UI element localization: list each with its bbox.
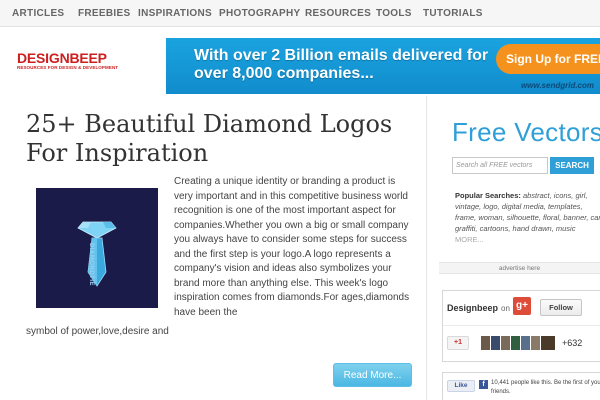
avatar[interactable] <box>540 335 556 351</box>
article-thumbnail[interactable]: DIAMONDTIE <box>36 188 158 308</box>
google-plus-icon[interactable]: g+ <box>513 297 531 315</box>
article-excerpt: Creating a unique identity or branding a… <box>174 176 410 318</box>
logo-name: DESIGNBEEP <box>17 50 107 66</box>
article-excerpt-continued: symbol of power,love,desire and <box>26 326 169 337</box>
advertise-here-link[interactable]: advertise here <box>439 262 600 274</box>
article-title[interactable]: 25+ Beautiful Diamond Logos For Inspirat… <box>26 110 406 168</box>
gplus-page-name[interactable]: Designbeep <box>447 303 498 313</box>
gplus-on-text: on <box>501 304 510 313</box>
free-vectors-title-part1: Free <box>452 117 507 147</box>
free-vectors-title-part2: Vectors <box>514 117 600 147</box>
ad-line-1: With over 2 Billion emails delivered for <box>194 47 489 64</box>
header-ad-banner[interactable]: With over 2 Billion emails delivered for… <box>166 38 600 94</box>
facebook-like-count: 10,441 people like this. Be the first of… <box>491 380 600 395</box>
logo-tagline: RESOURCES FOR DESIGN & DEVELOPMENT <box>17 65 119 70</box>
free-vectors-title[interactable]: Free Vectors <box>452 117 600 148</box>
facebook-icon: f <box>479 380 488 389</box>
gplus-follow-button[interactable]: Follow <box>540 299 582 316</box>
gplus-divider <box>443 325 600 326</box>
vector-search-input[interactable]: Search all FREE vectors <box>452 157 548 174</box>
diamond-tie-icon <box>77 221 117 287</box>
read-more-button[interactable]: Read More... <box>333 363 412 387</box>
top-nav: ARTICLES FREEBIES INSPIRATIONS PHOTOGRAP… <box>0 0 600 27</box>
site-logo[interactable]: DESIGNBEEP RESOURCES FOR DESIGN & DEVELO… <box>17 50 119 71</box>
nav-item-photography[interactable]: PHOTOGRAPHY <box>219 8 300 19</box>
nav-item-resources[interactable]: RESOURCES <box>305 8 371 19</box>
plus-one-button[interactable]: +1 <box>447 336 469 350</box>
popular-searches: Popular Searches: abstract, icons, girl,… <box>455 190 600 245</box>
popular-searches-more-link[interactable]: MORE... <box>455 235 484 244</box>
thumbnail-label: DIAMONDTIE <box>88 243 94 286</box>
nav-item-tutorials[interactable]: TUTORIALS <box>423 8 483 19</box>
ad-signup-button[interactable]: Sign Up for FREE <box>496 44 600 74</box>
nav-item-articles[interactable]: ARTICLES <box>12 8 64 19</box>
popular-searches-label: Popular Searches: <box>455 191 521 200</box>
column-divider <box>426 96 427 400</box>
ad-url: www.sendgrid.com <box>520 81 594 90</box>
plus-count: +632 <box>562 338 583 348</box>
nav-item-tools[interactable]: TOOLS <box>376 8 412 19</box>
vector-search-button[interactable]: SEARCH <box>550 157 594 174</box>
facebook-like-button[interactable]: Like <box>447 380 475 392</box>
nav-item-freebies[interactable]: FREEBIES <box>78 8 130 19</box>
ad-line-2: over 8,000 companies... <box>194 65 374 82</box>
nav-item-inspirations[interactable]: INSPIRATIONS <box>138 8 212 19</box>
